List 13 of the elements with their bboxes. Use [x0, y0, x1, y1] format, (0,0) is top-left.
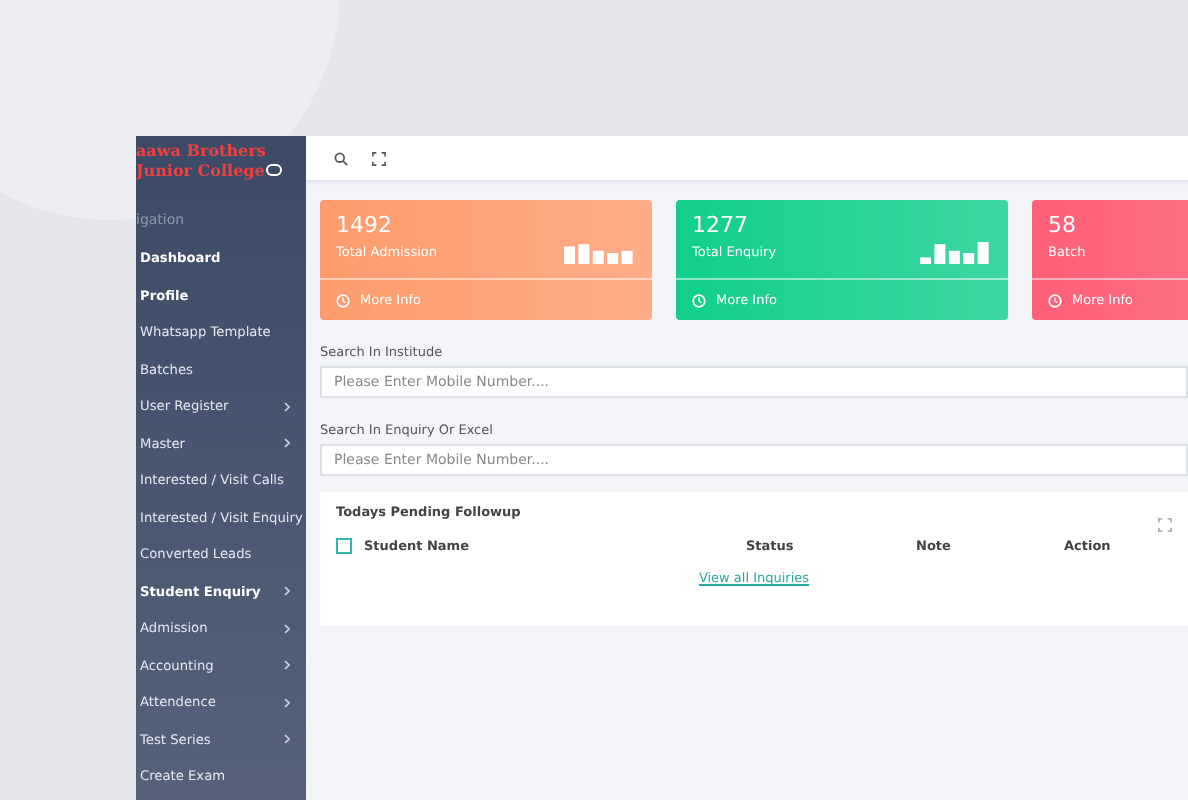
clock-icon	[336, 293, 350, 307]
stat-value: 58	[1048, 212, 1078, 238]
stat-value: 1492	[336, 212, 394, 238]
bar-chart-icon	[564, 240, 634, 264]
clock-icon	[1048, 293, 1062, 307]
toggle-icon[interactable]	[266, 164, 283, 176]
stat-value: 1277	[692, 212, 750, 238]
search-icon[interactable]	[334, 151, 348, 165]
clock-icon	[692, 293, 706, 307]
fullscreen-icon[interactable]	[372, 151, 386, 165]
checkbox[interactable]	[336, 538, 352, 554]
logo-text: aawa Brothers	[136, 140, 266, 160]
bar-chart-icon	[920, 240, 990, 264]
